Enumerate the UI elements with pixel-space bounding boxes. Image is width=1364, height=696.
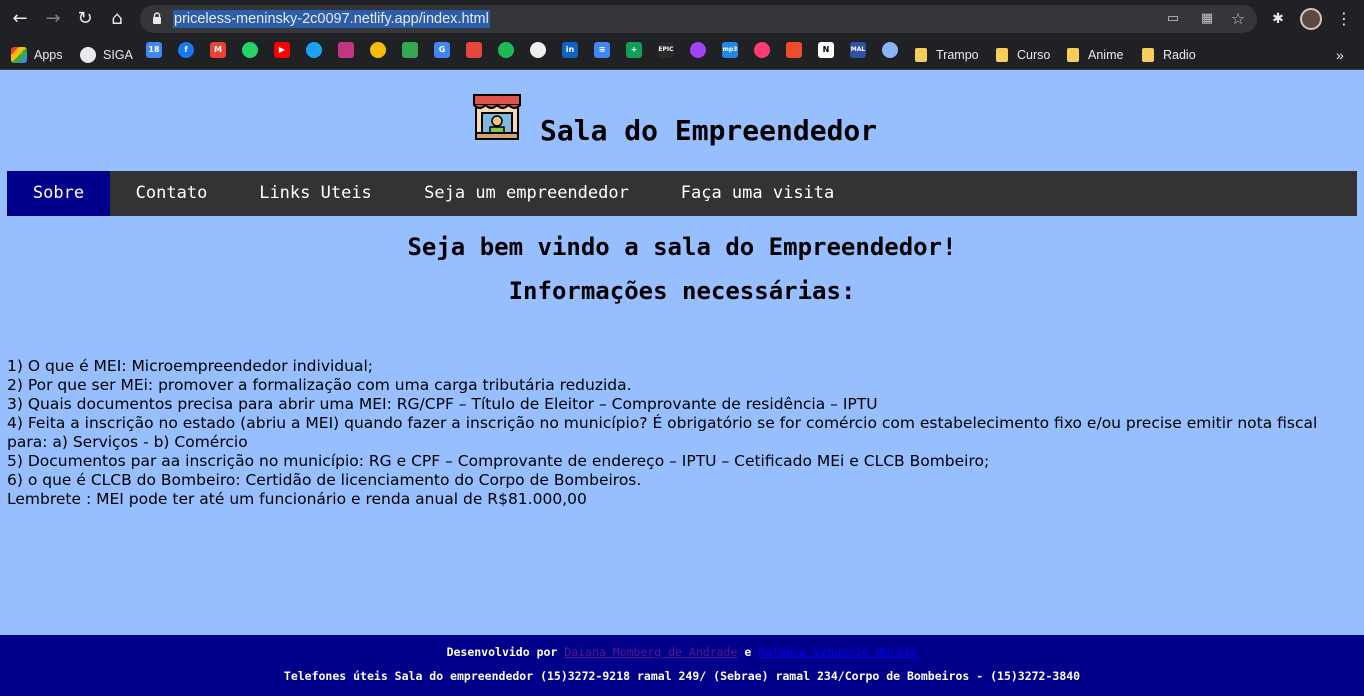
home-icon[interactable]: ⌂ bbox=[105, 7, 129, 31]
footer-phones: Telefones úteis Sala do empreendedor (15… bbox=[283, 669, 1081, 683]
footer: Desenvolvido por Daiana Momberg de Andra… bbox=[0, 635, 1364, 696]
mp3-icon[interactable]: mp3 bbox=[722, 42, 738, 58]
url-text[interactable]: priceless-meninsky-2c0097.netlify.app/in… bbox=[173, 10, 490, 28]
podcasts-icon[interactable] bbox=[690, 42, 706, 58]
twitter-icon[interactable] bbox=[306, 42, 322, 58]
bookmark-star-icon[interactable]: ☆ bbox=[1230, 11, 1246, 27]
bookmark-label: Radio bbox=[1163, 48, 1196, 62]
reload-icon[interactable]: ↻ bbox=[73, 7, 97, 31]
folder-icon bbox=[1142, 48, 1154, 62]
nav-item-links-uteis[interactable]: Links Uteis bbox=[233, 171, 398, 216]
instagram-icon[interactable] bbox=[338, 42, 354, 58]
nav-item-faca-visita[interactable]: Faça uma visita bbox=[655, 171, 860, 216]
gmail-icon[interactable]: M bbox=[210, 42, 226, 58]
info-heading: Informações necessárias: bbox=[508, 277, 856, 305]
shop-icon[interactable] bbox=[786, 42, 802, 58]
bookmark-apps[interactable]: Apps bbox=[11, 44, 63, 66]
info-list: 1) O que é MEI: Microempreendedor indivi… bbox=[7, 357, 1347, 509]
mal-icon[interactable]: MAL bbox=[850, 42, 866, 58]
photos-icon[interactable] bbox=[370, 42, 386, 58]
avatar[interactable] bbox=[1300, 8, 1322, 30]
more-bookmarks-icon[interactable]: » bbox=[1336, 44, 1344, 66]
docs-icon[interactable]: ≡ bbox=[594, 42, 610, 58]
calendar-alt-icon[interactable] bbox=[466, 42, 482, 58]
extensions-icon[interactable]: ✱ bbox=[1268, 9, 1288, 29]
epic-icon[interactable]: EPIC bbox=[658, 42, 674, 58]
address-bar[interactable]: priceless-meninsky-2c0097.netlify.app/in… bbox=[140, 5, 1257, 33]
footer-and: e bbox=[744, 645, 752, 659]
tinder-icon[interactable] bbox=[754, 42, 770, 58]
translate-icon[interactable]: G bbox=[434, 42, 450, 58]
page-title: Sala do Empreendedor bbox=[540, 114, 878, 147]
forward-icon[interactable]: → bbox=[41, 7, 65, 31]
bookmark-label: Curso bbox=[1017, 48, 1051, 62]
store-logo-icon bbox=[473, 94, 521, 140]
globe-icon bbox=[80, 47, 96, 63]
bookmark-label: Apps bbox=[34, 48, 63, 62]
nav-item-contato[interactable]: Contato bbox=[110, 171, 233, 216]
linkedin-icon[interactable]: in bbox=[562, 42, 578, 58]
whatsapp-icon[interactable] bbox=[242, 42, 258, 58]
info-line: 3) Quais documentos precisa para abrir u… bbox=[7, 395, 878, 413]
youtube-icon[interactable]: ▶ bbox=[274, 42, 290, 58]
lock-icon bbox=[153, 12, 161, 24]
footer-credits: Desenvolvido por Daiana Momberg de Andra… bbox=[0, 645, 1364, 659]
bookmark-folder-trampo[interactable]: Trampo bbox=[915, 44, 979, 66]
more-menu-icon[interactable]: ⋮ bbox=[1334, 9, 1354, 29]
bookmark-label: SIGA bbox=[103, 48, 133, 62]
bookmark-folder-curso[interactable]: Curso bbox=[996, 44, 1050, 66]
qr-code-icon[interactable]: ▦ bbox=[1199, 11, 1215, 27]
folder-icon bbox=[915, 48, 927, 62]
web-page: Sala do Empreendedor Sobre Contato Links… bbox=[0, 70, 1364, 696]
welcome-heading: Seja bem vindo a sala do Empreendedor! bbox=[407, 233, 957, 261]
info-line: 6) o que é CLCB do Bombeiro: Certidão de… bbox=[7, 471, 642, 489]
bookmark-folder-radio[interactable]: Radio bbox=[1142, 44, 1196, 66]
info-line: 4) Feita a inscrição no estado (abriu a … bbox=[7, 414, 1318, 451]
bookmark-siga[interactable]: SIGA bbox=[80, 44, 133, 66]
cast-icon[interactable]: ▭ bbox=[1165, 11, 1181, 27]
main-nav: Sobre Contato Links Uteis Seja um empree… bbox=[7, 171, 1357, 216]
back-icon[interactable]: ← bbox=[8, 7, 32, 31]
info-line: 5) Documentos par aa inscrição no municí… bbox=[7, 452, 990, 470]
bookmark-label: Trampo bbox=[936, 48, 979, 62]
apps-grid-icon bbox=[11, 47, 27, 63]
nav-item-seja-empreendedor[interactable]: Seja um empreendedor bbox=[398, 171, 655, 216]
folder-icon bbox=[996, 48, 1008, 62]
notion-icon[interactable]: N bbox=[818, 42, 834, 58]
spotify-icon[interactable] bbox=[498, 42, 514, 58]
bookmark-label: Anime bbox=[1088, 48, 1124, 62]
browser-toolbar: ← → ↻ ⌂ priceless-meninsky-2c0097.netlif… bbox=[0, 0, 1364, 38]
author-link-2[interactable]: Rafaela Venancio Murato bbox=[758, 645, 917, 659]
folder-icon bbox=[1067, 48, 1079, 62]
info-line: 2) Por que ser MEi: promover a formaliza… bbox=[7, 376, 632, 394]
github-icon[interactable] bbox=[530, 42, 546, 58]
info-line: 1) O que é MEI: Microempreendedor indivi… bbox=[7, 357, 373, 375]
nav-item-sobre[interactable]: Sobre bbox=[7, 171, 110, 216]
bookmark-folder-anime[interactable]: Anime bbox=[1067, 44, 1123, 66]
calendar-icon[interactable]: 18 bbox=[146, 42, 162, 58]
drive-icon[interactable] bbox=[402, 42, 418, 58]
info-line: Lembrete : MEI pode ter até um funcionár… bbox=[7, 490, 587, 508]
edge-icon[interactable] bbox=[882, 42, 898, 58]
facebook-icon[interactable]: f bbox=[178, 42, 194, 58]
author-link-1[interactable]: Daiana Momberg de Andrade bbox=[564, 645, 737, 659]
footer-prefix: Desenvolvido por bbox=[446, 645, 558, 659]
sheets-icon[interactable]: + bbox=[626, 42, 642, 58]
